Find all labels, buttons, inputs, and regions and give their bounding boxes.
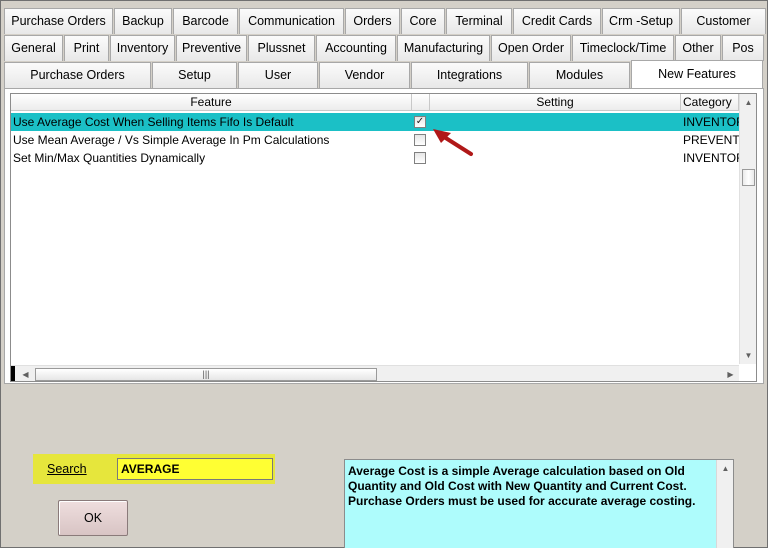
horizontal-scroll-thumb[interactable]: ||| <box>35 368 377 381</box>
setting-checkbox[interactable] <box>414 152 426 164</box>
tab-sub-integrations[interactable]: Integrations <box>411 62 528 88</box>
tab-timeclock[interactable]: Timeclock/Time <box>572 35 674 61</box>
tab-sub-vendor[interactable]: Vendor <box>319 62 410 88</box>
tab-core[interactable]: Core <box>401 8 445 34</box>
annotation-arrow-icon <box>433 129 473 156</box>
description-text: Average Cost is a simple Average calcula… <box>348 464 696 508</box>
category-cell: INVENTORY <box>683 151 739 165</box>
search-area: Search AVERAGE <box>33 454 275 484</box>
tab-sub-purchase-orders[interactable]: Purchase Orders <box>4 62 151 88</box>
tab-barcode[interactable]: Barcode <box>173 8 238 34</box>
search-input[interactable]: AVERAGE <box>117 458 273 480</box>
description-scrollbar[interactable]: ▲ <box>716 460 733 548</box>
ok-button[interactable]: OK <box>58 500 128 536</box>
feature-cell: Set Min/Max Quantities Dynamically <box>13 151 206 165</box>
category-cell: INVENTORY <box>683 115 739 129</box>
tab-sub-user[interactable]: User <box>238 62 318 88</box>
column-header-setting[interactable]: Setting <box>430 94 681 111</box>
tab-orders[interactable]: Orders <box>345 8 400 34</box>
table-row[interactable]: Set Min/Max Quantities Dynamically INVEN… <box>11 149 739 167</box>
category-cell: PREVENTIVE <box>683 133 739 147</box>
feature-cell: Use Mean Average / Vs Simple Average In … <box>13 133 330 147</box>
tab-credit-cards[interactable]: Credit Cards <box>513 8 601 34</box>
scroll-edge-marker <box>11 366 15 381</box>
table-row[interactable]: Use Average Cost When Selling Items Fifo… <box>11 113 739 131</box>
tab-print[interactable]: Print <box>64 35 109 61</box>
tab-purchase-orders[interactable]: Purchase Orders <box>4 8 113 34</box>
tab-open-order[interactable]: Open Order <box>491 35 571 61</box>
column-header-category[interactable]: Category <box>681 94 739 111</box>
column-header-check[interactable] <box>412 94 430 111</box>
tab-backup[interactable]: Backup <box>114 8 172 34</box>
description-box: Average Cost is a simple Average calcula… <box>344 459 734 548</box>
tab-crm-setup[interactable]: Crm -Setup <box>602 8 680 34</box>
tab-customer[interactable]: Customer <box>681 8 766 34</box>
tab-sub-new-features[interactable]: New Features <box>631 60 763 88</box>
tab-communication[interactable]: Communication <box>239 8 344 34</box>
settings-window: Purchase Orders Backup Barcode Communica… <box>0 0 768 548</box>
tab-general[interactable]: General <box>4 35 63 61</box>
tab-other[interactable]: Other <box>675 35 721 61</box>
horizontal-scrollbar[interactable]: ◀ ||| ▶ <box>11 365 739 381</box>
tab-sub-setup[interactable]: Setup <box>152 62 237 88</box>
setting-checkbox[interactable] <box>414 134 426 146</box>
scroll-left-icon[interactable]: ◀ <box>17 366 34 381</box>
tab-manufacturing[interactable]: Manufacturing <box>397 35 490 61</box>
scroll-down-icon[interactable]: ▼ <box>740 347 756 364</box>
column-header-feature[interactable]: Feature <box>11 94 412 111</box>
description-scroll-up-icon[interactable]: ▲ <box>717 460 734 477</box>
scroll-up-icon[interactable]: ▲ <box>740 94 756 111</box>
scroll-right-icon[interactable]: ▶ <box>722 366 739 381</box>
tab-pos[interactable]: Pos <box>722 35 764 61</box>
tab-sub-modules[interactable]: Modules <box>529 62 630 88</box>
tab-accounting[interactable]: Accounting <box>316 35 396 61</box>
search-label: Search <box>47 462 87 476</box>
tab-terminal[interactable]: Terminal <box>446 8 512 34</box>
tab-plussnet[interactable]: Plussnet <box>248 35 315 61</box>
tab-preventive[interactable]: Preventive <box>176 35 247 61</box>
setting-checkbox[interactable]: ✓ <box>414 116 426 128</box>
vertical-scroll-thumb[interactable] <box>742 169 755 186</box>
table-row[interactable]: Use Mean Average / Vs Simple Average In … <box>11 131 739 149</box>
tab-inventory[interactable]: Inventory <box>110 35 175 61</box>
search-label-text: Search <box>47 462 87 476</box>
features-grid: Feature Setting Category Use Average Cos… <box>10 93 757 382</box>
vertical-scrollbar[interactable]: ▲ ▼ <box>739 94 756 364</box>
feature-cell: Use Average Cost When Selling Items Fifo… <box>13 115 294 129</box>
